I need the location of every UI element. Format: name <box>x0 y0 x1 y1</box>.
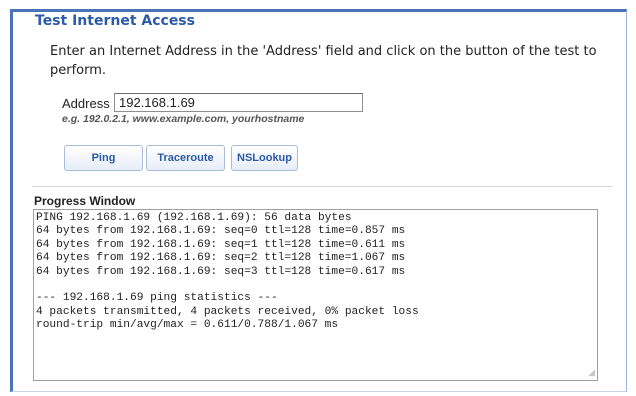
progress-line: 64 bytes from 192.168.1.69: seq=3 ttl=12… <box>36 265 406 278</box>
progress-line: --- 192.168.1.69 ping statistics --- <box>36 292 278 305</box>
address-input[interactable] <box>114 93 363 112</box>
progress-line: round-trip min/avg/max = 0.611/0.788/1.0… <box>36 319 339 332</box>
ping-button[interactable]: Ping <box>64 145 143 171</box>
progress-line: 4 packets transmitted, 4 packets receive… <box>36 305 419 318</box>
progress-window[interactable]: PING 192.168.1.69 (192.168.1.69): 56 dat… <box>33 209 598 381</box>
section-divider <box>32 186 612 187</box>
address-label: Address <box>62 96 110 111</box>
address-hint: e.g. 192.0.2.1, www.example.com, yourhos… <box>62 113 305 125</box>
nslookup-button[interactable]: NSLookup <box>231 145 298 171</box>
instructions-text: Enter an Internet Address in the 'Addres… <box>50 44 597 78</box>
progress-line: PING 192.168.1.69 (192.168.1.69): 56 dat… <box>36 212 352 224</box>
progress-line: 64 bytes from 192.168.1.69: seq=2 ttl=12… <box>36 252 406 265</box>
progress-line: 64 bytes from 192.168.1.69: seq=1 ttl=12… <box>36 238 406 251</box>
resize-grip-icon[interactable]: ◢ <box>585 368 595 378</box>
progress-line <box>36 279 597 292</box>
page-title: Test Internet Access <box>35 13 195 29</box>
progress-window-label: Progress Window <box>34 194 136 208</box>
progress-line: 64 bytes from 192.168.1.69: seq=0 ttl=12… <box>36 225 406 238</box>
traceroute-button[interactable]: Traceroute <box>146 145 225 171</box>
